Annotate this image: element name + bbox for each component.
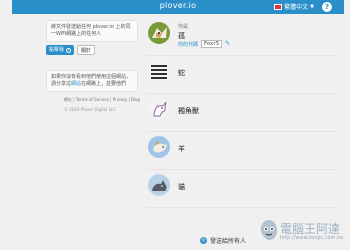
send-all-label: 發送給所有人: [210, 238, 247, 245]
peer-name: 獨角獸: [178, 107, 199, 115]
code-label: 你的代碼: [178, 41, 199, 48]
cat-avatar: [148, 174, 170, 196]
primary-button[interactable]: 點擊我 ?: [46, 45, 75, 55]
code-value[interactable]: Foxr5: [201, 40, 223, 48]
promo-card: 將文件發送給任何 plover.io 上的同一WiFi網路上的任何人 點擊我 ?…: [46, 20, 138, 55]
edit-icon[interactable]: ✎: [225, 41, 231, 47]
peer-name: 羊: [178, 145, 185, 153]
footer: 網址 | Terms of Service | Privacy | Blog ©…: [64, 97, 140, 113]
peer-name: 蛇: [178, 69, 185, 77]
app-window: plover.io 繁體中文 ▼ ? 將文件發送給任何 plover.io 上的…: [0, 0, 350, 250]
peer-name: 貓: [178, 183, 185, 191]
goat-avatar: [148, 136, 170, 158]
info-icon: ?: [66, 47, 72, 53]
watermark-url: http://www.kocpc.com.tw: [280, 235, 344, 241]
list-item-me: 你是 孤 你的代碼 Foxr5 ✎: [146, 18, 336, 56]
help-icon[interactable]: ?: [322, 2, 332, 12]
snake-avatar: [148, 60, 170, 82]
list-item-peer[interactable]: 蛇: [146, 56, 336, 94]
promo-actions: 點擊我 ? 關於: [46, 45, 138, 55]
promo-text: 將文件發送給任何 plover.io 上的同一WiFi網路上的任何人: [46, 20, 138, 42]
language-label: 繁體中文: [284, 4, 309, 11]
fox-avatar: [148, 22, 170, 44]
copyright: © 2019 Plover Digital LLC: [64, 107, 116, 112]
unicorn-avatar: [148, 98, 170, 120]
flag-icon: [274, 3, 283, 10]
about-button[interactable]: 關於: [77, 45, 96, 55]
globe-icon: ◎: [200, 237, 207, 244]
watermark: 電腦王阿達 http://www.kocpc.com.tw: [258, 218, 344, 244]
share-note-text-after: 在網路上，並要他們: [81, 81, 127, 87]
code-row: 你的代碼 Foxr5 ✎: [178, 40, 231, 48]
primary-button-label: 點擊我: [49, 47, 65, 53]
send-all-button[interactable]: ◎ 發送給所有人: [200, 236, 246, 245]
chevron-down-icon: ▼: [310, 3, 314, 10]
share-link[interactable]: 網站: [71, 81, 81, 87]
share-note: 如果你沒有看到他們使用這個網站，請分享這網站在網路上，並要他們: [46, 70, 138, 92]
list-item-peer[interactable]: 貓: [146, 170, 336, 208]
watermark-logo: [260, 220, 278, 240]
you-are-label: 你是: [178, 24, 189, 30]
top-bar: plover.io 繁體中文 ▼ ?: [12, 0, 344, 14]
language-selector[interactable]: 繁體中文 ▼: [274, 2, 314, 11]
list-item-peer[interactable]: 羊: [146, 132, 336, 170]
footer-links[interactable]: 網址 | Terms of Service | Privacy | Blog: [64, 97, 140, 103]
list-item-peer[interactable]: 獨角獸: [146, 94, 336, 132]
